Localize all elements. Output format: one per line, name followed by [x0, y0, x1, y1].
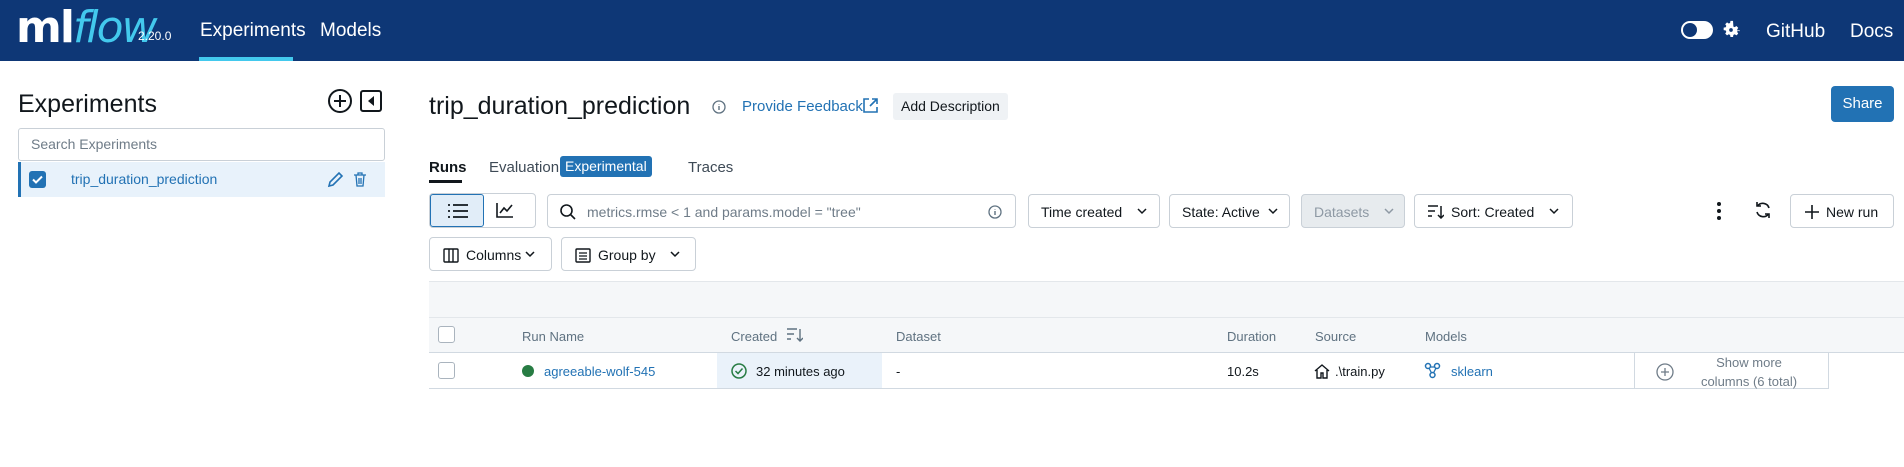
experiment-name[interactable]: trip_duration_prediction	[71, 171, 217, 187]
chevron-down-icon	[1137, 208, 1147, 215]
version-label: 2.20.0	[138, 29, 172, 43]
group-by-label: Group by	[598, 247, 656, 263]
time-created-dropdown[interactable]: Time created	[1028, 194, 1160, 228]
pencil-icon[interactable]	[327, 171, 344, 188]
dataset-value: -	[896, 364, 901, 379]
tab-runs[interactable]: Runs	[429, 159, 467, 176]
search-experiments-placeholder: Search Experiments	[31, 136, 158, 152]
nav-active-indicator	[199, 57, 293, 61]
chevron-down-icon	[525, 251, 535, 258]
datasets-label: Datasets	[1314, 204, 1370, 220]
new-run-button[interactable]: New run	[1790, 194, 1894, 228]
chevron-down-icon	[1268, 208, 1278, 215]
home-icon	[1314, 364, 1330, 379]
logo-flow-text: flow	[72, 2, 158, 53]
sidebar-title: Experiments	[18, 90, 157, 118]
plus-circle-icon	[1656, 363, 1674, 381]
info-icon[interactable]	[712, 100, 726, 114]
select-all-checkbox[interactable]	[438, 326, 455, 343]
chevron-down-icon	[1384, 208, 1394, 215]
header-dataset[interactable]: Dataset	[896, 329, 941, 344]
runs-search-placeholder: metrics.rmse < 1 and params.model = "tre…	[587, 204, 861, 220]
chart-view-icon[interactable]	[496, 202, 514, 218]
state-dropdown[interactable]: State: Active	[1169, 194, 1290, 228]
search-icon	[560, 204, 576, 220]
sort-desc-icon[interactable]	[787, 328, 803, 342]
sort-dropdown[interactable]: Sort: Created	[1414, 194, 1573, 228]
source-link[interactable]: .\train.py	[1335, 364, 1385, 379]
show-more-line2: columns (6 total)	[1700, 374, 1798, 389]
sort-icon	[1428, 205, 1444, 219]
state-label: State: Active	[1182, 204, 1260, 220]
header-duration[interactable]: Duration	[1227, 329, 1276, 344]
show-more-columns-label: Show more columns (6 total)	[1689, 353, 1809, 391]
group-by-button[interactable]: Group by	[561, 237, 696, 271]
datasets-dropdown[interactable]: Datasets	[1301, 194, 1405, 228]
tab-evaluation[interactable]: Evaluation	[489, 159, 559, 176]
runs-search-input[interactable]: metrics.rmse < 1 and params.model = "tre…	[547, 194, 1016, 228]
top-nav-bar: mlflow 2.20.0 Experiments Models GitHub …	[0, 0, 1904, 61]
collapse-sidebar-icon[interactable]	[360, 90, 382, 112]
github-link[interactable]: GitHub	[1766, 21, 1825, 43]
refresh-icon[interactable]	[1754, 201, 1772, 219]
header-source[interactable]: Source	[1315, 329, 1356, 344]
check-circle-icon	[731, 363, 747, 379]
chevron-down-icon	[670, 251, 680, 258]
table-banner	[429, 281, 1904, 318]
create-experiment-icon[interactable]	[327, 88, 353, 114]
experiment-checkbox[interactable]	[29, 171, 46, 188]
tab-active-indicator	[429, 180, 462, 183]
status-finished-dot	[522, 365, 534, 377]
header-models[interactable]: Models	[1425, 329, 1467, 344]
duration-value: 10.2s	[1227, 364, 1259, 379]
search-experiments-input[interactable]: Search Experiments	[18, 128, 385, 161]
table-header: Run Name Created Dataset Duration Source…	[429, 318, 1904, 353]
show-more-line1: Show more	[1716, 355, 1782, 370]
columns-icon	[443, 248, 459, 263]
model-icon	[1424, 362, 1441, 379]
mlflow-logo[interactable]: mlflow	[16, 6, 158, 50]
add-description-button[interactable]: Add Description	[893, 93, 1008, 120]
created-value: 32 minutes ago	[756, 364, 845, 379]
group-by-icon	[575, 248, 591, 263]
row-checkbox[interactable]	[438, 362, 455, 379]
show-more-columns-button[interactable]: Show more columns (6 total)	[1634, 353, 1829, 389]
chevron-down-icon	[1549, 208, 1559, 215]
plus-icon	[1805, 205, 1819, 219]
docs-link[interactable]: Docs	[1850, 21, 1893, 43]
page-title: trip_duration_prediction	[429, 92, 691, 120]
share-button[interactable]: Share	[1831, 86, 1894, 122]
header-created[interactable]: Created	[731, 329, 777, 344]
list-view-button[interactable]	[430, 194, 484, 227]
dark-mode-toggle[interactable]	[1681, 21, 1713, 39]
run-name-link[interactable]: agreeable-wolf-545	[544, 364, 655, 379]
trash-icon[interactable]	[353, 172, 367, 187]
sort-label: Sort: Created	[1451, 204, 1535, 220]
tab-traces[interactable]: Traces	[688, 159, 733, 176]
list-view-icon	[448, 204, 468, 218]
logo-ml-text: ml	[16, 2, 75, 53]
check-icon	[32, 175, 43, 184]
view-mode-toggle	[429, 193, 536, 228]
more-options-icon[interactable]	[1716, 201, 1722, 221]
provide-feedback-link[interactable]: Provide Feedback	[742, 98, 863, 115]
gear-icon[interactable]	[1720, 19, 1742, 41]
nav-models[interactable]: Models	[320, 20, 381, 42]
created-cell: 32 minutes ago	[717, 353, 882, 388]
nav-experiments[interactable]: Experiments	[200, 20, 306, 42]
header-run-name[interactable]: Run Name	[522, 329, 584, 344]
search-info-icon[interactable]	[988, 205, 1002, 219]
experiment-list-item[interactable]: trip_duration_prediction	[18, 162, 385, 197]
columns-label: Columns	[466, 247, 522, 263]
experimental-badge: Experimental	[560, 156, 652, 177]
model-link[interactable]: sklearn	[1451, 364, 1493, 379]
time-created-label: Time created	[1041, 204, 1123, 220]
columns-button[interactable]: Columns	[429, 237, 552, 271]
table-row[interactable]: agreeable-wolf-545 32 minutes ago - 10.2…	[429, 353, 1829, 389]
external-link-icon[interactable]	[862, 97, 879, 114]
new-run-label: New run	[1826, 204, 1879, 220]
